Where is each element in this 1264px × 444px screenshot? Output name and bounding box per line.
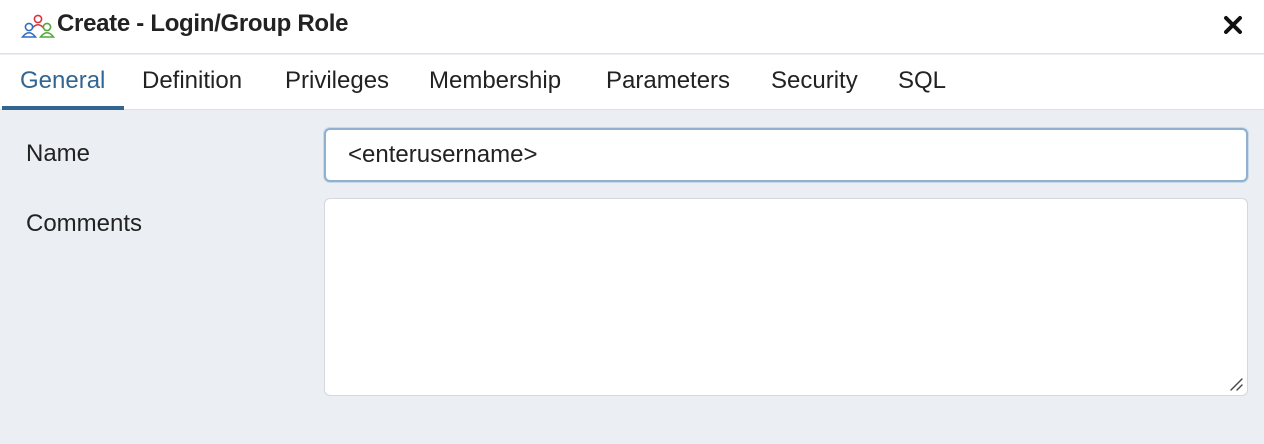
tab-security[interactable]: Security: [771, 55, 858, 110]
tab-membership[interactable]: Membership: [429, 55, 561, 110]
tab-parameters[interactable]: Parameters: [606, 55, 730, 110]
resize-handle-icon[interactable]: [1228, 376, 1244, 392]
dialog-header: Create - Login/Group Role: [0, 0, 1264, 54]
group-role-icon: [21, 14, 55, 38]
tab-sql[interactable]: SQL: [898, 55, 946, 110]
close-icon[interactable]: [1222, 14, 1244, 36]
tab-privileges[interactable]: Privileges: [285, 55, 389, 110]
comments-label: Comments: [26, 210, 143, 237]
name-input[interactable]: [324, 128, 1248, 182]
tab-definition[interactable]: Definition: [142, 55, 242, 110]
name-label: Name: [26, 140, 91, 167]
tab-general[interactable]: General: [2, 55, 124, 110]
comments-textarea[interactable]: [324, 198, 1248, 396]
create-login-group-role-dialog: Create - Login/Group Role General Defini…: [0, 0, 1264, 444]
tab-bar: General Definition Privileges Membership…: [0, 55, 1264, 110]
dialog-title: Create - Login/Group Role: [57, 10, 349, 37]
